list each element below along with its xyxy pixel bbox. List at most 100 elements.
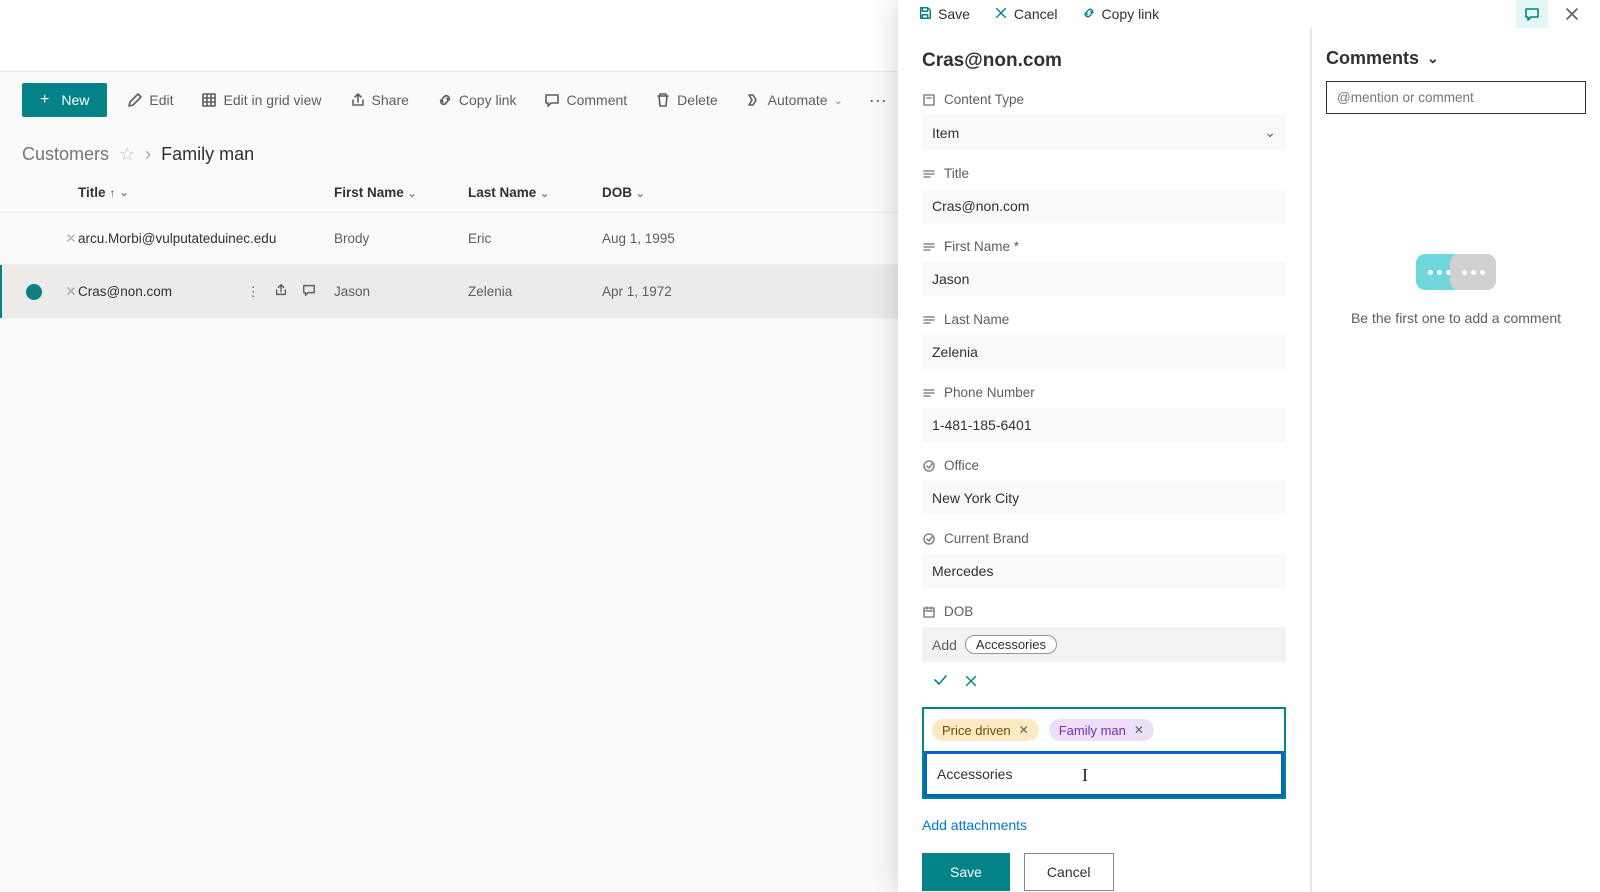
comments-header[interactable]: Comments ⌄ xyxy=(1326,48,1586,69)
field-label-dob: DOB xyxy=(922,604,1286,619)
row-first-name: Brody xyxy=(334,231,369,246)
tag-suggest-chip[interactable]: Accessories xyxy=(965,635,1057,654)
col-first-label: First Name xyxy=(334,185,404,200)
date-icon xyxy=(922,605,936,619)
link-icon xyxy=(437,92,453,108)
row-comment-icon[interactable] xyxy=(302,283,316,300)
remove-tag-icon[interactable]: ✕ xyxy=(1019,723,1029,737)
chevron-down-icon: ⌄ xyxy=(120,186,129,199)
form-scroll[interactable]: Cras@non.com Content Type Item ⌄ Title C… xyxy=(898,28,1311,892)
edit-button-label: Edit xyxy=(149,92,173,108)
toolbar-overflow[interactable]: ··· xyxy=(863,84,893,117)
row-hover-actions: ⋮ xyxy=(247,283,317,300)
automate-label: Automate xyxy=(768,92,828,108)
current-brand-field[interactable]: Mercedes xyxy=(922,554,1286,588)
flow-icon xyxy=(746,92,762,108)
panel-save-label: Save xyxy=(938,6,970,22)
panel-copylink-button[interactable]: Copy link xyxy=(1074,2,1168,27)
breadcrumb-current: Family man xyxy=(161,144,254,165)
copy-link-label: Copy link xyxy=(459,92,517,108)
col-select xyxy=(26,185,66,200)
grid-icon xyxy=(201,92,217,108)
tag-suggestion-bar[interactable]: Add Accessories xyxy=(922,627,1286,662)
pencil-icon xyxy=(127,92,143,108)
comment-button[interactable]: Comment xyxy=(536,86,635,114)
row-title[interactable]: arcu.Morbi@vulputateduinec.edu xyxy=(78,231,276,246)
col-title-label: Title xyxy=(78,185,106,200)
tag-pill[interactable]: Price driven ✕ xyxy=(932,719,1039,741)
comments-empty-text: Be the first one to add a comment xyxy=(1326,310,1586,326)
comment-input[interactable] xyxy=(1326,81,1586,114)
tag-actions xyxy=(922,662,1286,703)
choice-icon xyxy=(922,532,936,546)
col-title[interactable]: Title ↑ ⌄ xyxy=(78,185,334,200)
field-label-first-name: First Name * xyxy=(922,239,1286,254)
col-last-label: Last Name xyxy=(468,185,536,200)
edit-grid-button[interactable]: Edit in grid view xyxy=(193,86,329,114)
comments-toggle-icon[interactable] xyxy=(1516,0,1548,28)
link-icon xyxy=(1082,6,1096,23)
chevron-down-icon: ⌄ xyxy=(1264,124,1276,141)
content-type-value: Item xyxy=(932,125,959,141)
form-footer: Save Cancel xyxy=(922,853,1286,891)
tag-pill-label: Price driven xyxy=(942,723,1011,738)
cancel-button[interactable]: Cancel xyxy=(1024,853,1114,891)
tag-suggest-prefix: Add xyxy=(932,637,957,653)
link-marker-icon xyxy=(66,231,76,241)
chevron-down-icon: ⌄ xyxy=(540,188,549,200)
tag-input[interactable] xyxy=(924,751,1284,797)
trash-icon xyxy=(655,92,671,108)
tag-pills-row: Price driven ✕ Family man ✕ xyxy=(924,709,1284,751)
col-first-name[interactable]: First Name ⌄ xyxy=(334,185,468,200)
add-attachments-link[interactable]: Add attachments xyxy=(922,817,1027,833)
content-type-select[interactable]: Item ⌄ xyxy=(922,115,1286,150)
copy-link-button[interactable]: Copy link xyxy=(429,86,525,114)
tag-editor: Price driven ✕ Family man ✕ I xyxy=(922,707,1286,799)
row-last-name: Zelenia xyxy=(468,284,512,299)
first-name-field[interactable]: Jason xyxy=(922,262,1286,296)
panel-cancel-label: Cancel xyxy=(1014,6,1058,22)
last-name-field[interactable]: Zelenia xyxy=(922,335,1286,369)
x-icon xyxy=(994,6,1008,23)
col-dob[interactable]: DOB ⌄ xyxy=(602,185,736,200)
panel-copylink-label: Copy link xyxy=(1102,6,1160,22)
share-label: Share xyxy=(372,92,409,108)
title-field[interactable]: Cras@non.com xyxy=(922,189,1286,223)
save-button[interactable]: Save xyxy=(922,853,1010,891)
row-select[interactable] xyxy=(26,284,66,300)
text-icon xyxy=(922,167,936,181)
field-label-phone: Phone Number xyxy=(922,385,1286,400)
cancel-tag-icon[interactable] xyxy=(964,672,978,693)
col-last-name[interactable]: Last Name ⌄ xyxy=(468,185,602,200)
row-first-name: Jason xyxy=(334,284,370,299)
panel-save-button[interactable]: Save xyxy=(910,2,978,27)
edit-button[interactable]: Edit xyxy=(119,86,181,114)
remove-tag-icon[interactable]: ✕ xyxy=(1134,723,1144,737)
field-label-content-type: Content Type xyxy=(922,92,1286,107)
new-button[interactable]: + New xyxy=(22,83,107,117)
commit-tag-icon[interactable] xyxy=(932,672,948,693)
row-dob: Apr 1, 1972 xyxy=(602,284,672,299)
delete-button[interactable]: Delete xyxy=(647,86,725,114)
row-dob: Aug 1, 1995 xyxy=(602,231,675,246)
office-field[interactable]: New York City xyxy=(922,481,1286,515)
close-panel-icon[interactable] xyxy=(1556,0,1588,28)
phone-field[interactable]: 1-481-185-6401 xyxy=(922,408,1286,442)
share-button[interactable]: Share xyxy=(342,86,417,114)
comments-empty-state: Be the first one to add a comment xyxy=(1326,254,1586,326)
breadcrumb-root[interactable]: Customers xyxy=(22,144,109,165)
field-label-title: Title xyxy=(922,166,1286,181)
automate-button[interactable]: Automate ⌄ xyxy=(738,86,851,114)
tag-pill[interactable]: Family man ✕ xyxy=(1049,719,1154,741)
panel-cancel-button[interactable]: Cancel xyxy=(986,2,1066,27)
panel-header: Save Cancel Copy link xyxy=(898,0,1600,28)
tag-pill-label: Family man xyxy=(1059,723,1126,738)
save-icon xyxy=(918,6,932,23)
new-button-label: New xyxy=(61,92,89,108)
row-more-icon[interactable]: ⋮ xyxy=(247,284,261,300)
link-marker-icon xyxy=(66,284,76,294)
comment-label: Comment xyxy=(566,92,627,108)
star-icon[interactable]: ☆ xyxy=(119,144,135,165)
row-share-icon[interactable] xyxy=(274,283,288,300)
choice-icon xyxy=(922,459,936,473)
